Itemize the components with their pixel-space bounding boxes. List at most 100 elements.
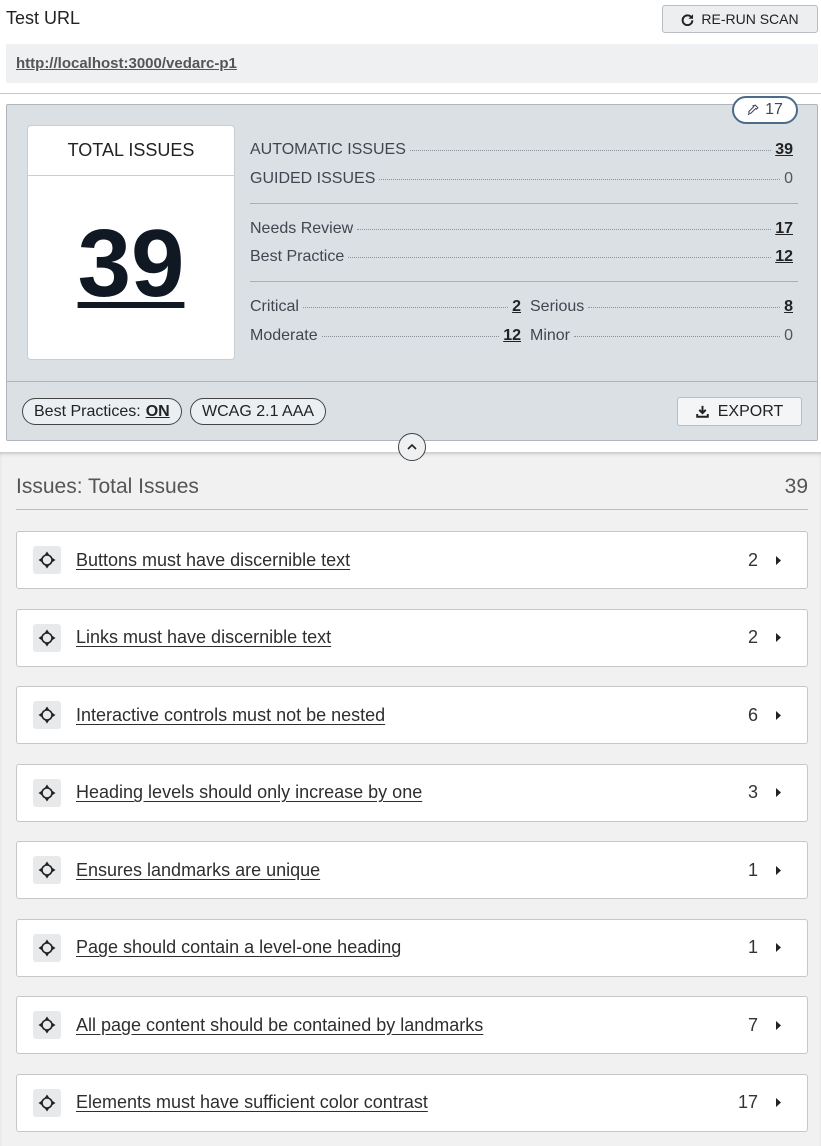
highlight-issue-button[interactable] <box>33 546 61 574</box>
issue-title[interactable]: Interactive controls must not be nested <box>76 705 748 726</box>
caret-right-icon <box>776 943 781 952</box>
issue-title[interactable]: Page should contain a level-one heading <box>76 937 748 958</box>
test-url-link[interactable]: http://localhost:3000/vedarc-p1 <box>6 44 818 83</box>
leader-dots <box>574 336 781 337</box>
leader-dots <box>409 150 772 151</box>
leader-dots <box>302 307 509 308</box>
best-practices-toggle-value[interactable]: ON <box>146 403 170 421</box>
issue-item[interactable]: All page content should be contained by … <box>16 996 808 1054</box>
total-issues-card: TOTAL ISSUES 39 <box>27 125 235 360</box>
crosshair-icon <box>38 1016 56 1034</box>
leader-dots <box>321 336 500 337</box>
crosshair-icon <box>38 706 56 724</box>
issues-panel: Issues: Total Issues 39 Buttons must hav… <box>0 452 821 1146</box>
crosshair-icon <box>38 1094 56 1111</box>
rerun-scan-button[interactable]: RE-RUN SCAN <box>662 5 818 33</box>
issue-title[interactable]: Elements must have sufficient color cont… <box>76 1092 738 1113</box>
minor-value: 0 <box>784 327 793 344</box>
issue-title[interactable]: Buttons must have discernible text <box>76 550 748 571</box>
highlight-issue-button[interactable] <box>33 856 61 884</box>
issue-title[interactable]: Heading levels should only increase by o… <box>76 782 748 803</box>
issue-count: 17 <box>737 1092 758 1112</box>
issue-item[interactable]: Heading levels should only increase by o… <box>16 763 808 822</box>
summary-footer: Best Practices: ON WCAG 2.1 AAA EXPORT <box>7 381 817 441</box>
highlight-issue-button[interactable] <box>33 933 61 962</box>
issue-count: 2 <box>747 549 758 570</box>
issue-item[interactable]: Ensures landmarks are unique 1 <box>16 841 808 899</box>
wcag-standard-pill[interactable]: WCAG 2.1 AAA <box>190 398 327 425</box>
serious-value[interactable]: 8 <box>784 298 793 316</box>
export-button[interactable]: EXPORT <box>677 397 802 426</box>
crosshair-icon <box>38 784 56 801</box>
divider <box>250 281 798 282</box>
issue-title[interactable]: Links must have discernible text <box>76 627 748 648</box>
crosshair-icon <box>38 629 56 646</box>
issue-item[interactable]: Links must have discernible text 2 <box>16 608 808 667</box>
caret-right-icon <box>776 865 781 875</box>
critical-label: Critical <box>250 298 299 315</box>
critical-row: Critical 2 <box>250 298 521 316</box>
guided-issues-row: GUIDED ISSUES 0 <box>250 170 793 188</box>
guided-issues-label: GUIDED ISSUES <box>250 170 376 187</box>
eyedropper-icon <box>747 104 759 116</box>
serious-row: Serious 8 <box>530 298 793 316</box>
best-practice-label: Best Practice <box>250 248 345 265</box>
wcag-standard-label: WCAG 2.1 AAA <box>202 402 315 420</box>
refresh-icon <box>682 13 694 26</box>
caret-right-icon <box>776 1098 781 1107</box>
issue-item[interactable]: Page should contain a level-one heading … <box>16 918 808 977</box>
needs-review-value[interactable]: 17 <box>775 220 793 238</box>
needs-review-row: Needs Review 17 <box>250 220 793 238</box>
issue-item[interactable]: Elements must have sufficient color cont… <box>16 1073 808 1132</box>
best-practices-toggle-label: Best Practices: <box>34 402 141 420</box>
issue-title[interactable]: Ensures landmarks are unique <box>76 860 748 881</box>
leader-dots <box>357 229 772 230</box>
test-url-label: Test URL <box>6 8 81 28</box>
highlight-issue-button[interactable] <box>33 701 61 729</box>
total-issues-value[interactable]: 39 <box>28 216 234 312</box>
highlight-issue-button[interactable] <box>33 778 61 807</box>
automatic-issues-row: AUTOMATIC ISSUES 39 <box>250 141 793 159</box>
issue-title[interactable]: All page content should be contained by … <box>76 1015 748 1036</box>
automatic-issues-value[interactable]: 39 <box>775 141 793 159</box>
needs-review-label: Needs Review <box>250 220 354 237</box>
moderate-value[interactable]: 12 <box>503 327 521 345</box>
automatic-issues-label: AUTOMATIC ISSUES <box>250 141 406 158</box>
issue-item[interactable]: Interactive controls must not be nested … <box>16 686 808 744</box>
chevron-up-icon <box>407 443 417 450</box>
crosshair-icon <box>38 861 56 879</box>
crosshair-icon <box>38 939 56 956</box>
collapse-summary-button[interactable] <box>398 433 426 461</box>
caret-right-icon <box>776 555 781 565</box>
issues-heading: Issues: Total Issues <box>16 475 199 498</box>
issues-total-count: 39 <box>784 475 808 498</box>
highlight-issue-button[interactable] <box>33 623 61 652</box>
export-label: EXPORT <box>717 402 784 420</box>
caret-right-icon <box>776 788 781 797</box>
issue-count: 6 <box>747 704 758 725</box>
moderate-label: Moderate <box>250 327 318 344</box>
serious-label: Serious <box>530 298 585 315</box>
issue-count: 1 <box>747 937 758 957</box>
issue-count: 2 <box>747 627 758 647</box>
rerun-scan-label: RE-RUN SCAN <box>701 11 799 27</box>
leader-dots <box>348 257 772 258</box>
download-icon <box>695 405 709 418</box>
caret-right-icon <box>776 633 781 642</box>
needs-review-badge-count: 17 <box>765 101 783 118</box>
best-practices-toggle[interactable]: Best Practices: ON <box>22 398 182 425</box>
critical-value[interactable]: 2 <box>512 298 521 316</box>
issues-header: Issues: Total Issues 39 <box>16 475 808 510</box>
minor-label: Minor <box>530 327 571 344</box>
divider <box>250 203 798 204</box>
highlight-issue-button[interactable] <box>33 1088 61 1117</box>
scan-header: Test URL RE-RUN SCAN http://localhost:30… <box>0 0 821 94</box>
issue-item[interactable]: Buttons must have discernible text 2 <box>16 531 808 589</box>
issue-count: 3 <box>747 782 758 802</box>
leader-dots <box>588 307 781 308</box>
best-practice-value[interactable]: 12 <box>775 248 793 266</box>
caret-right-icon <box>776 710 781 720</box>
needs-review-badge[interactable]: 17 <box>732 96 798 124</box>
best-practice-row: Best Practice 12 <box>250 248 793 266</box>
highlight-issue-button[interactable] <box>33 1011 61 1039</box>
